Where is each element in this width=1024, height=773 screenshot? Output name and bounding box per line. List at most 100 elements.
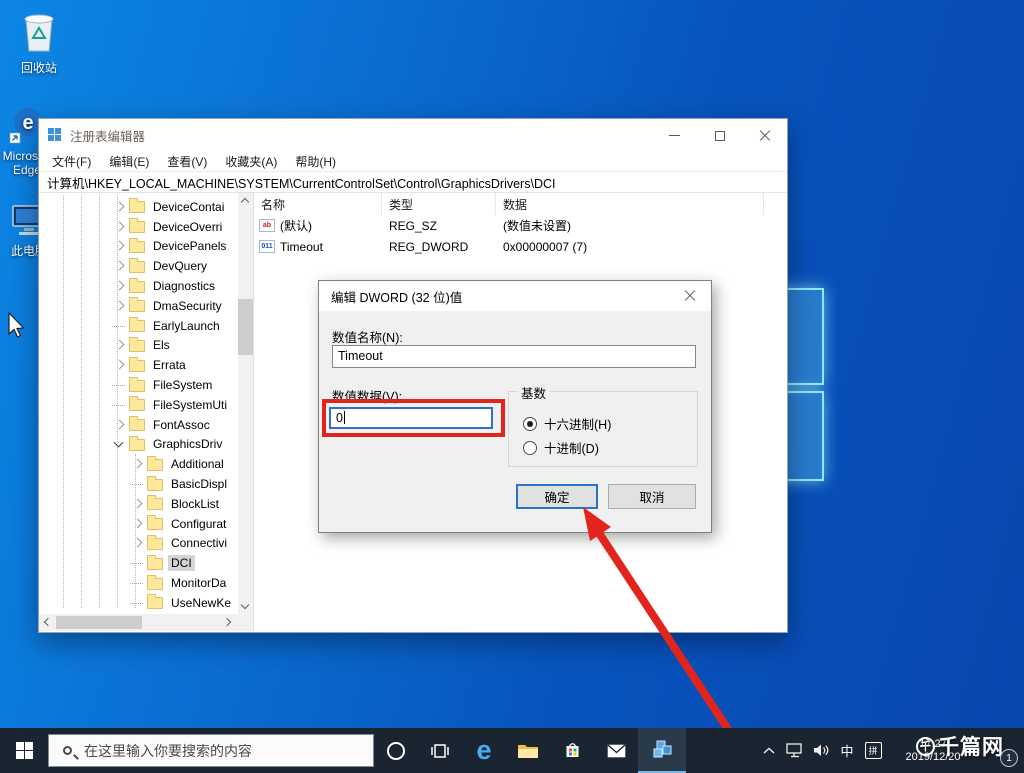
chevron-right-icon[interactable] [111,258,127,274]
scroll-right-icon[interactable] [222,617,232,627]
registry-editor-taskbar-button[interactable] [638,728,686,773]
chevron-right-icon[interactable] [111,199,127,215]
volume-button[interactable] [808,728,834,773]
taskbar-search-input[interactable]: 在这里输入你要搜索的内容 [48,734,374,767]
column-header-data[interactable]: 数据 [496,193,764,215]
tree-leaf-stub [111,318,127,334]
value-type: REG_DWORD [389,239,469,254]
ok-button[interactable]: 确定 [516,484,598,509]
ime-language-button[interactable]: 中 [834,728,860,773]
tree-item[interactable]: Els [39,336,238,356]
menu-view[interactable]: 查看(V) [158,153,216,170]
cancel-button[interactable]: 取消 [608,484,696,509]
folder-icon [129,317,145,333]
edit-dword-dialog: 编辑 DWORD (32 位)值 数值名称(N): Timeout 数值数据(V… [318,280,712,533]
store-button[interactable] [550,728,594,773]
tree-item[interactable]: UseNewKe [39,593,238,613]
chevron-right-icon[interactable] [129,535,145,551]
minimize-button[interactable] [652,119,697,152]
chevron-right-icon[interactable] [111,278,127,294]
address-path: 计算机\HKEY_LOCAL_MACHINE\SYSTEM\CurrentCon… [47,176,556,191]
chevron-right-icon[interactable] [129,456,145,472]
chevron-right-icon[interactable] [111,357,127,373]
dialog-title-bar[interactable]: 编辑 DWORD (32 位)值 [319,281,711,311]
chevron-down-icon[interactable] [111,436,127,452]
mail-button[interactable] [594,728,638,773]
tree-item[interactable]: BasicDispl [39,474,238,494]
tree-item[interactable]: Diagnostics [39,276,238,296]
value-row[interactable]: ab (默认) REG_SZ (数值未设置) [254,215,787,236]
chevron-right-icon[interactable] [111,337,127,353]
folder-icon [147,534,163,550]
search-icon [63,746,72,755]
column-header-type[interactable]: 类型 [382,193,496,215]
scroll-down-icon[interactable] [240,600,250,610]
tree-item[interactable]: DeviceContai [39,197,238,217]
chevron-right-icon[interactable] [111,298,127,314]
chevron-right-icon[interactable] [111,238,127,254]
folder-icon [129,376,145,392]
tree-item[interactable]: FileSystemUti [39,395,238,415]
tree-item[interactable]: GraphicsDriv [39,435,238,455]
radio-selected-icon[interactable] [523,416,537,431]
radio-decimal[interactable]: 十进制(D) [523,438,599,457]
horizontal-scrollbar[interactable] [39,614,253,631]
chevron-right-icon[interactable] [129,496,145,512]
tree-item[interactable]: FileSystem [39,375,238,395]
value-row[interactable]: 011 Timeout REG_DWORD 0x00000007 (7) [254,236,787,257]
tree-item[interactable]: DeviceOverri [39,217,238,237]
scrollbar-thumb[interactable] [238,299,253,355]
tree-item[interactable]: Additional [39,454,238,474]
tree-item[interactable]: FontAssoc [39,415,238,435]
menu-favorites[interactable]: 收藏夹(A) [216,153,286,170]
tree-item[interactable]: Configurat [39,514,238,534]
store-icon [566,743,578,757]
desktop-icon-recycle-bin[interactable]: 回收站 [0,8,78,75]
radio-unselected-icon[interactable] [523,440,537,455]
title-bar[interactable]: 注册表编辑器 [39,119,787,152]
notification-badge[interactable]: 1 [1000,749,1018,767]
scroll-left-icon[interactable] [43,617,53,627]
menu-edit[interactable]: 编辑(E) [100,153,158,170]
column-header-spacer [764,193,787,215]
close-button[interactable] [742,119,787,152]
start-button[interactable] [0,728,48,773]
watermark: 千 千篇网 [916,731,1004,761]
tree-item-selected[interactable]: DCI [39,553,238,573]
file-explorer-button[interactable] [506,728,550,773]
tray-expand-button[interactable] [756,728,782,773]
value-name-input[interactable]: Timeout [332,345,696,368]
folder-icon [147,455,163,471]
tree-item[interactable]: Errata [39,355,238,375]
values-header: 名称 类型 数据 [254,193,787,215]
menu-file[interactable]: 文件(F) [43,153,100,170]
tree-item[interactable]: DevicePanels [39,237,238,257]
radio-hexadecimal[interactable]: 十六进制(H) [523,414,611,433]
watermark-logo-icon: 千 [916,736,935,756]
cortana-button[interactable] [374,728,418,773]
dialog-close-button[interactable] [669,281,711,311]
tree-item[interactable]: BlockList [39,494,238,514]
tree-item[interactable]: Connectivi [39,534,238,554]
chevron-up-icon [763,747,775,754]
task-view-button[interactable] [418,728,462,773]
column-header-name[interactable]: 名称 [254,193,382,215]
chevron-right-icon[interactable] [129,516,145,532]
scroll-up-icon[interactable] [240,197,250,207]
tree-item[interactable]: DmaSecurity [39,296,238,316]
tree-item[interactable]: EarlyLaunch [39,316,238,336]
scrollbar-thumb[interactable] [56,616,142,629]
edge-taskbar-button[interactable]: e [462,728,506,773]
chevron-right-icon[interactable] [111,219,127,235]
chevron-right-icon[interactable] [111,417,127,433]
address-bar[interactable]: 计算机\HKEY_LOCAL_MACHINE\SYSTEM\CurrentCon… [39,171,787,193]
menu-help[interactable]: 帮助(H) [286,153,345,170]
maximize-button[interactable] [697,119,742,152]
ime-mode-button[interactable]: 拼 [860,728,886,773]
value-name-label: 数值名称(N): [332,331,403,345]
windows-logo-icon [15,742,33,759]
tree-item[interactable]: MonitorDa [39,573,238,593]
tree-item[interactable]: DevQuery [39,256,238,276]
vertical-scrollbar[interactable] [238,193,253,614]
network-status-button[interactable] [782,728,808,773]
